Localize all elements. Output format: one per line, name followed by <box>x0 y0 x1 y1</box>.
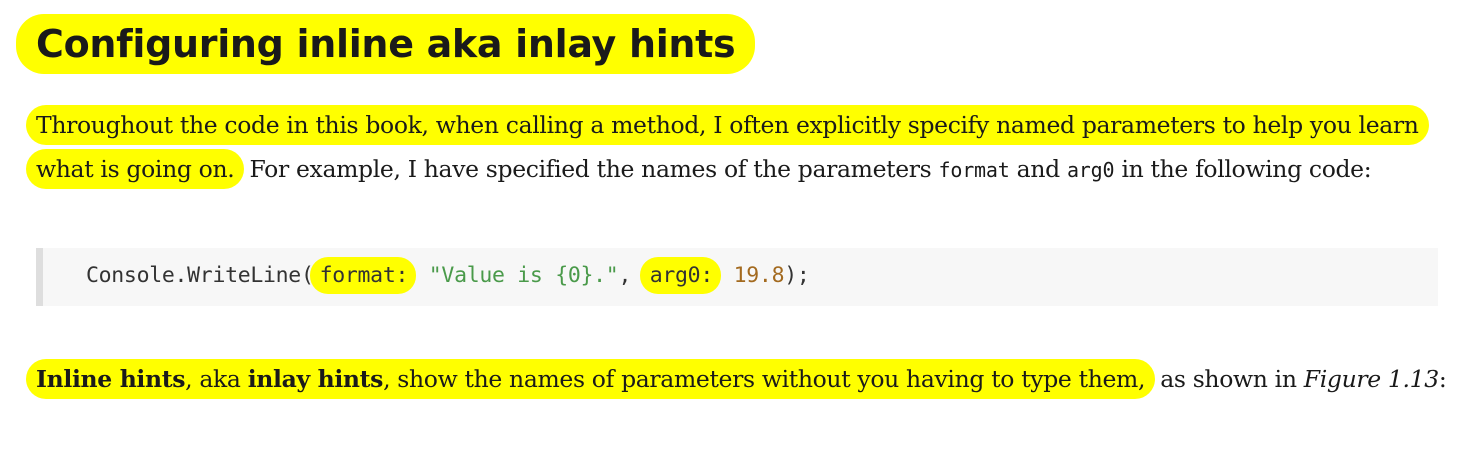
inlay-hint-arg0: arg0: <box>639 257 721 294</box>
paragraph-text: : <box>1438 365 1447 393</box>
paragraph-text: as shown in <box>1153 365 1304 393</box>
paragraph-highlight: Inline hints, aka inlay hints, show the … <box>26 359 1156 399</box>
heading-highlight: Configuring inline aka inlay hints <box>16 14 756 74</box>
paragraph-text: and <box>1009 155 1067 183</box>
code-block: Console.WriteLine(format: "Value is {0}.… <box>36 248 1438 306</box>
figure-reference[interactable]: Figure 1.13 <box>1304 365 1439 393</box>
code-string-literal: "Value is {0}." <box>428 263 619 288</box>
section-heading: Configuring inline aka inlay hints <box>16 14 756 74</box>
inline-code-arg0: arg0 <box>1066 158 1115 182</box>
code-line: Console.WriteLine(format: "Value is {0}.… <box>86 257 810 294</box>
intro-paragraph: Throughout the code in this book, when c… <box>26 103 1451 192</box>
paragraph-text: For example, I have specified the names … <box>242 155 939 183</box>
paragraph-text: , aka <box>185 365 248 393</box>
code-number-literal: 19.8 <box>733 263 785 288</box>
inline-hints-paragraph: Inline hints, aka inlay hints, show the … <box>26 357 1451 401</box>
inline-code-format: format <box>938 158 1010 182</box>
code-method: Console.WriteLine( <box>86 263 314 288</box>
inlay-hint-format: format: <box>309 257 417 294</box>
paragraph-text: in the following code: <box>1114 155 1372 183</box>
paragraph-text: , show the names of parameters without y… <box>383 365 1146 393</box>
code-end: ); <box>784 263 810 288</box>
term-inlay-hints: inlay hints <box>247 365 384 393</box>
term-inline-hints: Inline hints <box>36 365 186 393</box>
